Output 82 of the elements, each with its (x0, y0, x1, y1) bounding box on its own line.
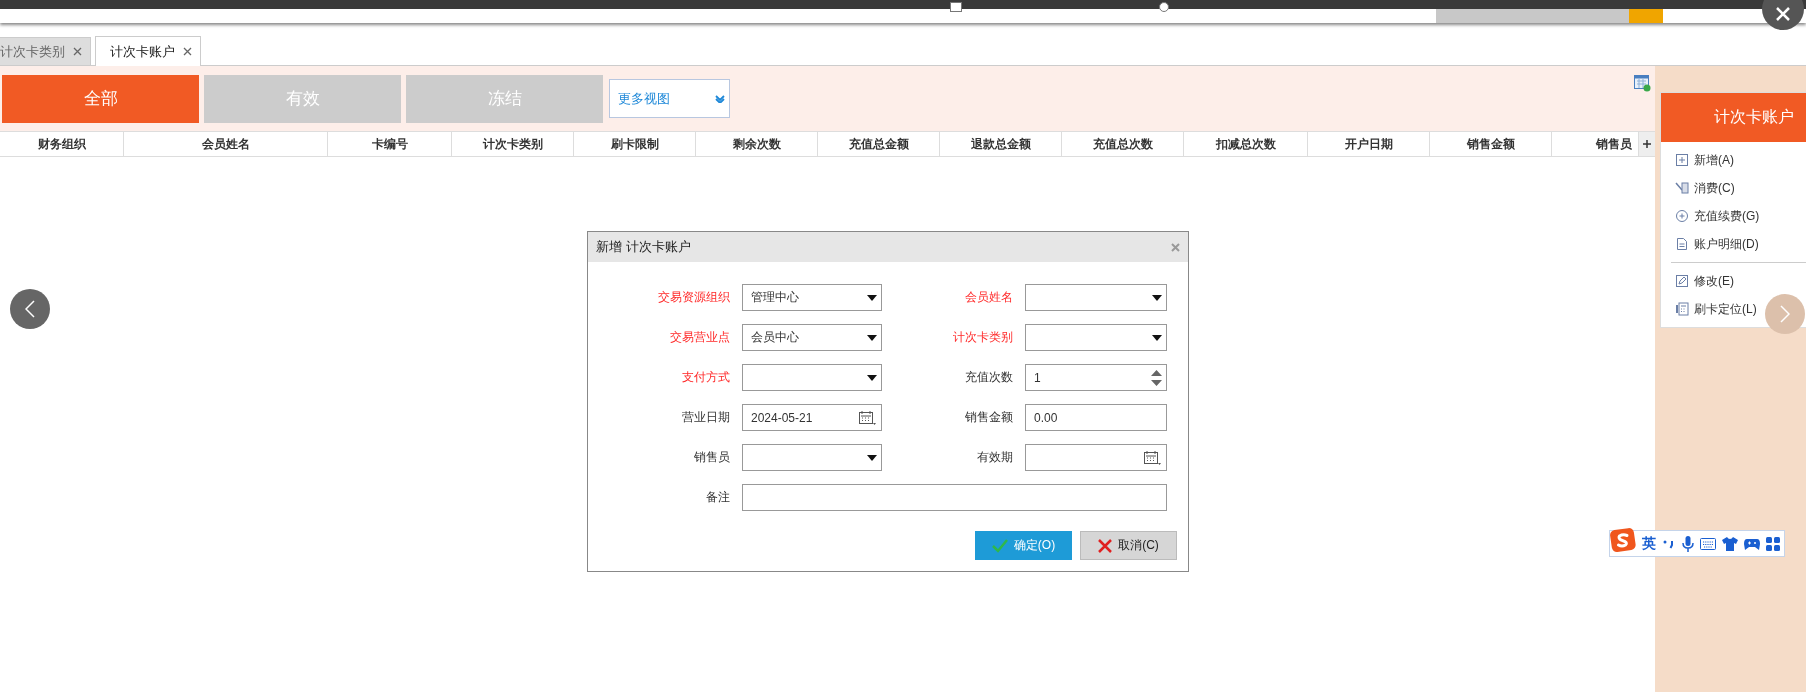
close-icon[interactable] (73, 47, 82, 56)
field-label: 充值次数 (964, 369, 1013, 386)
select-field[interactable] (742, 364, 882, 391)
tab[interactable]: 计次卡账户 (95, 36, 201, 66)
close-icon (1171, 242, 1180, 252)
field-label: 计次卡类别 (952, 329, 1013, 346)
date-field[interactable]: 2024-05-21 (742, 404, 882, 431)
ime-logo-icon[interactable] (1610, 527, 1636, 554)
dropdown-caret-icon (867, 454, 877, 461)
date-field[interactable] (1025, 444, 1167, 471)
close-icon (1775, 6, 1791, 22)
menu-item[interactable]: 消费(C) (1661, 174, 1806, 202)
column-header[interactable]: 开户日期 (1308, 132, 1430, 156)
field-label: 交易营业点 (669, 329, 730, 346)
column-header[interactable]: 充值总次数 (1062, 132, 1184, 156)
menu-title: 计次卡账户 (1661, 93, 1806, 142)
view-select[interactable]: 更多视图 (609, 79, 730, 118)
select-field[interactable] (1025, 284, 1167, 311)
chevron-left-icon (25, 300, 35, 318)
plus-square-icon (1675, 153, 1689, 167)
plus-circle-icon (1675, 209, 1689, 223)
dropdown-caret-icon (867, 334, 877, 341)
shirt-icon[interactable] (1722, 536, 1738, 551)
column-header[interactable]: 充值总金额 (818, 132, 940, 156)
previous-button[interactable] (10, 289, 50, 329)
search-field[interactable] (1436, 9, 1629, 23)
menu-item[interactable]: 新增(A) (1661, 146, 1806, 174)
dropdown-caret-icon (867, 374, 877, 381)
microphone-icon[interactable] (1682, 535, 1694, 552)
close-button[interactable] (1762, 0, 1804, 30)
select-field[interactable]: 管理中心 (742, 284, 882, 311)
dropdown-caret-icon (1152, 294, 1162, 301)
field-label: 备注 (705, 489, 730, 506)
column-header[interactable]: 扣减总次数 (1184, 132, 1308, 156)
menu-item[interactable]: 刷卡定位(L) (1671, 295, 1806, 323)
select-field[interactable]: 会员中心 (742, 324, 882, 351)
input-field[interactable]: 1 (1025, 364, 1167, 391)
field-label: 会员姓名 (964, 289, 1013, 306)
column-header[interactable]: 退款总金额 (940, 132, 1062, 156)
column-header[interactable]: 计次卡类别 (452, 132, 574, 156)
dropdown-caret-icon (1152, 334, 1162, 341)
tab[interactable]: 计次卡类别 (0, 37, 91, 65)
gamepad-icon[interactable] (1744, 536, 1760, 551)
column-header[interactable]: 刷卡限制 (574, 132, 696, 156)
cancel-button[interactable]: 取消(C) (1080, 531, 1177, 560)
document-icon (1675, 237, 1689, 251)
dropdown-caret-icon (867, 294, 877, 301)
menu-item[interactable]: 账户明细(D) (1661, 230, 1806, 258)
field-label: 营业日期 (681, 409, 730, 426)
column-header[interactable]: 卡编号 (328, 132, 452, 156)
receipt-icon (1675, 181, 1689, 195)
column-header[interactable]: 会员姓名 (124, 132, 328, 156)
select-field[interactable] (1025, 324, 1167, 351)
select-field[interactable] (742, 444, 882, 471)
input-mode[interactable]: 英 (1642, 534, 1656, 553)
calendar-icon[interactable] (859, 409, 877, 426)
close-icon (1098, 538, 1113, 553)
field-label: 有效期 (976, 449, 1013, 466)
field-label: 销售员 (693, 449, 730, 466)
grid-icon[interactable] (1766, 536, 1780, 551)
keyboard-icon[interactable] (1700, 537, 1716, 550)
chevron-right-icon (1780, 305, 1790, 323)
card-reader-icon (1675, 302, 1689, 316)
spreadsheet-export-icon[interactable] (1634, 75, 1651, 92)
field-label: 支付方式 (681, 369, 730, 386)
field-label: 交易资源组织 (657, 289, 730, 306)
input-field[interactable] (742, 484, 1167, 511)
column-header[interactable]: 财务组织 (0, 132, 124, 156)
input-field[interactable]: 0.00 (1025, 404, 1167, 431)
field-label: 销售金额 (964, 409, 1013, 426)
menu-item[interactable]: 充值续费(G) (1661, 202, 1806, 230)
dialog-title: 新增 计次卡账户 (596, 238, 691, 256)
spinner-icon[interactable] (1151, 369, 1162, 386)
column-header[interactable]: 剩余次数 (696, 132, 818, 156)
add-column-icon[interactable] (1643, 140, 1651, 148)
menu-item[interactable]: 修改(E) (1671, 267, 1806, 295)
pencil-icon (1675, 274, 1689, 288)
calendar-icon[interactable] (1144, 449, 1162, 466)
close-icon[interactable] (183, 47, 192, 56)
column-header[interactable]: 销售金额 (1430, 132, 1552, 156)
check-icon (991, 538, 1008, 553)
chevron-down-icon (715, 94, 725, 103)
